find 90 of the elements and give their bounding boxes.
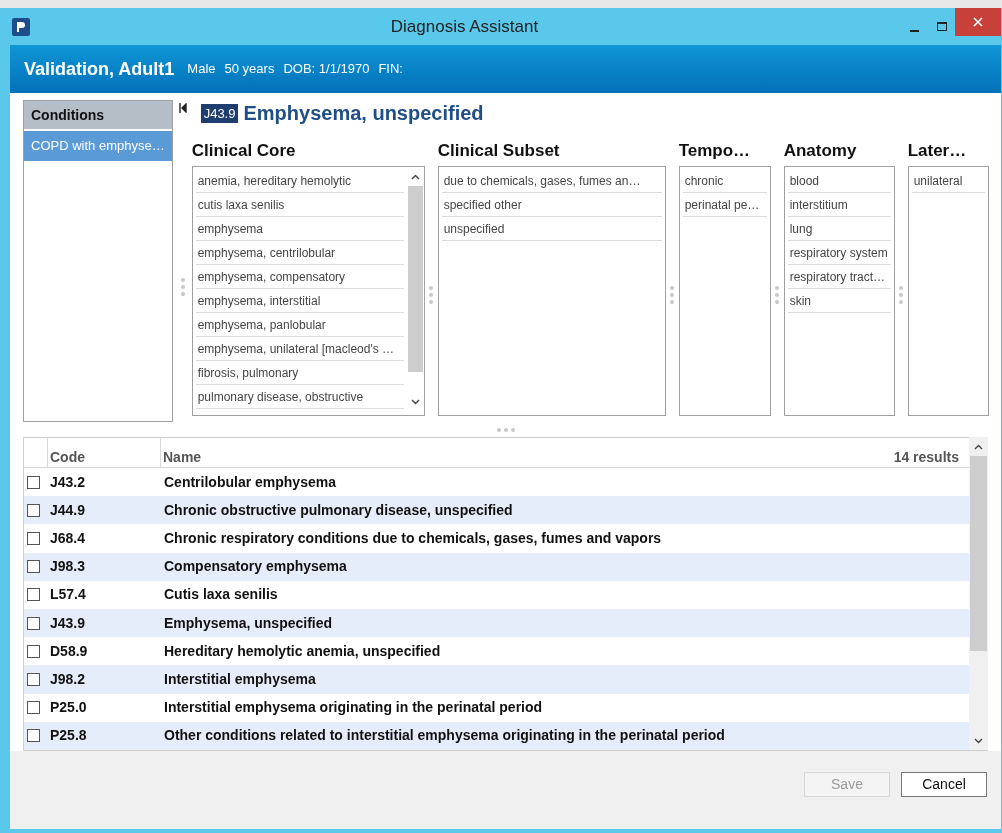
code-cell-text: J44.9 <box>50 500 87 520</box>
facet-option[interactable]: cutis laxa senilis <box>195 193 404 217</box>
code-cell-text: J68.4 <box>50 529 87 548</box>
facet-option[interactable]: respiratory tract… <box>787 265 891 289</box>
name-cell-text: Other conditions related to interstitial emphysema originating in the perinatal period <box>164 726 725 746</box>
patient-detail: 50 years <box>224 60 275 79</box>
checkbox[interactable] <box>27 588 40 602</box>
name-cell-text: Centrilobular emphysema <box>164 472 336 492</box>
name-cell-text: Emphysema, unspecified <box>164 613 333 633</box>
name-cell-text: Interstitial emphysema originating in the perinatal period <box>164 698 543 718</box>
code-cell-text: P25.0 <box>50 698 88 718</box>
grip-handle-icon[interactable] <box>775 286 780 304</box>
facet-option[interactable]: interstitium <box>787 193 891 217</box>
facet-title: Later… <box>907 140 968 162</box>
scroll-thumb[interactable] <box>970 456 987 651</box>
facet-option[interactable]: fibrosis, pulmonary <box>195 361 404 385</box>
diagnosis-title: Emphysema, unspecified <box>243 101 484 126</box>
scroll-down-icon[interactable] <box>410 399 420 405</box>
code-cell-text: P25.8 <box>50 726 88 746</box>
facet-option[interactable]: blood <box>787 169 891 193</box>
checkbox[interactable] <box>27 560 40 574</box>
facet-option[interactable]: perinatal pe… <box>682 193 767 217</box>
code-cell-text: L57.4 <box>50 585 87 605</box>
grip-handle-icon[interactable] <box>429 286 434 304</box>
result-row[interactable]: J98.2 Interstitial emphysema <box>24 665 969 694</box>
column-header[interactable]: Code <box>48 438 161 467</box>
checkbox[interactable] <box>27 701 40 715</box>
result-row[interactable]: J98.3 Compensatory emphysema <box>24 552 969 581</box>
name-cell-text: Compensatory emphysema <box>164 557 347 577</box>
facet-option[interactable]: respiratory system <box>787 241 891 265</box>
facet-option[interactable]: emphysema, panlobular <box>195 313 404 337</box>
window-title: Diagnosis Assistant <box>389 15 540 38</box>
facet-option[interactable]: emphysema, unilateral [macleod's … <box>195 337 404 361</box>
facet-option[interactable]: emphysema, interstitial <box>195 289 404 313</box>
facet-option[interactable]: unilateral <box>911 169 985 193</box>
diagnosis-code: J43.9 <box>200 103 239 123</box>
name-cell-text: Hereditary hemolytic anemia, unspecified <box>164 641 441 661</box>
result-row[interactable]: J43.9 Emphysema, unspecified <box>24 609 969 638</box>
facet-option[interactable]: emphysema, centrilobular <box>195 241 404 265</box>
checkbox[interactable] <box>27 475 40 489</box>
facet-title: Clinical Subset <box>437 140 561 162</box>
facet-option[interactable]: skin <box>787 289 891 313</box>
name-cell-text: Chronic obstructive pulmonary disease, unspecified <box>164 500 513 520</box>
checkbox[interactable] <box>27 532 40 545</box>
checkbox[interactable] <box>27 673 40 686</box>
facet-option[interactable]: specified other <box>441 193 662 217</box>
scroll-thumb[interactable] <box>407 186 423 372</box>
result-row[interactable]: J44.9 Chronic obstructive pulmonary disease, unspecified <box>24 496 969 525</box>
grip-handle-icon[interactable] <box>899 286 904 304</box>
result-row[interactable]: P25.8 Other conditions related to interstitial emphysema originating in the perinatal period <box>24 721 969 751</box>
patient-detail: Male <box>187 60 216 79</box>
app-logo-icon <box>12 17 30 36</box>
facet-option[interactable]: unspecified <box>441 217 662 241</box>
scroll-down-icon[interactable] <box>974 738 983 744</box>
facet-title: Anatomy <box>783 140 858 162</box>
facet-option[interactable]: anemia, hereditary hemolytic <box>195 169 404 193</box>
patient-name: Validation, Adult1 <box>24 57 175 81</box>
scroll-up-icon[interactable] <box>974 444 983 450</box>
facet-title: Clinical Core <box>191 140 297 162</box>
code-cell-text: J98.3 <box>50 557 87 577</box>
conditions-header: Conditions <box>24 101 172 129</box>
code-cell-text: J98.2 <box>50 670 87 689</box>
patient-detail: DOB: 1/1/1970 <box>283 60 370 79</box>
checkbox[interactable] <box>27 616 40 630</box>
patient-detail: FIN: <box>378 60 403 79</box>
code-cell-text: J43.2 <box>50 472 87 492</box>
name-cell-text: Cutis laxa senilis <box>164 585 278 605</box>
checkbox[interactable] <box>27 729 40 743</box>
scrollbar[interactable] <box>969 437 988 750</box>
dialog-button[interactable]: Cancel <box>901 772 987 797</box>
facet-option[interactable]: chronic <box>682 169 767 193</box>
name-cell-text: Chronic respiratory conditions due to chemicals, gases, fumes and vapors <box>164 529 662 548</box>
code-cell-text: D58.9 <box>50 641 89 661</box>
column-header[interactable]: Name <box>161 438 884 467</box>
collapse-icon[interactable] <box>178 103 187 113</box>
checkbox[interactable] <box>27 644 40 658</box>
facet-title: Tempo… <box>678 140 752 162</box>
results-count: 14 results <box>892 448 960 467</box>
facet-option[interactable]: emphysema, compensatory <box>195 265 404 289</box>
grip-handle-icon[interactable] <box>181 278 186 296</box>
facet-option[interactable]: emphysema <box>195 217 404 241</box>
checkbox[interactable] <box>27 503 40 517</box>
grip-handle-icon[interactable] <box>670 286 675 304</box>
grip-handle-icon[interactable] <box>496 428 515 432</box>
scroll-up-icon[interactable] <box>410 174 420 180</box>
name-cell-text: Interstitial emphysema <box>164 670 316 689</box>
code-cell-text: J43.9 <box>50 613 87 633</box>
facet-option[interactable]: lung <box>787 217 891 241</box>
facet-option[interactable]: pulmonary disease, obstructive <box>195 385 404 409</box>
facet-option[interactable]: due to chemicals, gases, fumes an… <box>441 169 662 193</box>
